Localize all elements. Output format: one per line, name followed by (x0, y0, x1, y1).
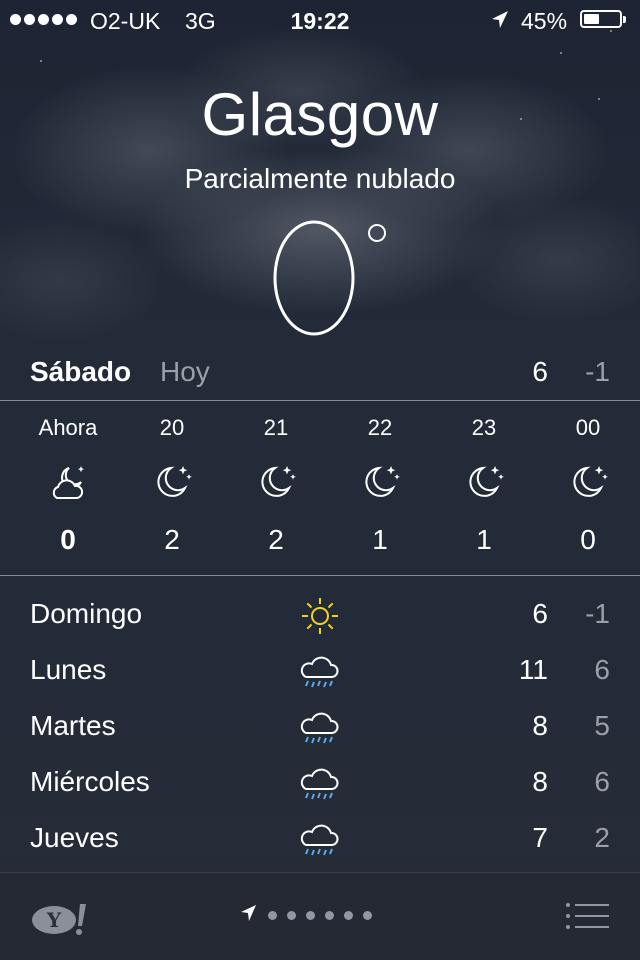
degree-symbol (368, 224, 386, 242)
city-name: Glasgow (201, 81, 439, 148)
day-high: 11 (518, 654, 548, 685)
day-low: 2 (594, 822, 610, 853)
day-name: Martes (30, 710, 116, 741)
page-dot[interactable] (287, 911, 296, 920)
day-name: Miércoles (30, 766, 150, 797)
hourly-item: 21 2 (224, 402, 328, 556)
partly-cloudy-night-icon (16, 462, 120, 508)
hour-temperature: 1 (476, 524, 492, 555)
page-dot[interactable] (306, 911, 315, 920)
divider (0, 400, 640, 401)
rain-cloud-icon (298, 706, 342, 750)
daily-row: Jueves 7 2 (30, 812, 610, 868)
today-low: -1 (585, 356, 610, 387)
weather-condition: Parcialmente nublado (184, 163, 456, 194)
rain-cloud-icon (298, 818, 342, 862)
moon-stars-icon (120, 462, 224, 508)
hour-temperature: 1 (372, 524, 388, 555)
today-day: Sábado (30, 356, 132, 387)
day-low: 6 (594, 654, 610, 685)
hour-label: 23 (471, 415, 497, 440)
svg-text:Y: Y (46, 908, 62, 932)
status-bar: O2-UK 3G 19:22 45% (0, 0, 640, 40)
hour-label: 21 (263, 415, 289, 440)
hour-label: 00 (575, 415, 601, 440)
rain-cloud-icon (298, 762, 342, 806)
day-high: 6 (532, 598, 548, 629)
location-page-icon[interactable] (240, 904, 258, 927)
hourly-item: 22 1 (328, 402, 432, 556)
day-high: 8 (532, 766, 548, 797)
page-dot[interactable] (344, 911, 353, 920)
hour-temperature: 2 (268, 524, 284, 555)
daily-row: Miércoles 8 6 (30, 756, 610, 812)
moon-stars-icon (536, 462, 640, 508)
daily-forecast[interactable]: Domingo 6 -1 Lunes 11 6 Martes 8 5 Miércoles 8 6 Jue… (30, 588, 610, 868)
star (40, 60, 42, 62)
day-name: Jueves (30, 822, 119, 853)
hour-temperature: 0 (580, 524, 596, 555)
day-name: Lunes (30, 654, 107, 685)
hourly-item: 20 2 (120, 402, 224, 556)
moon-stars-icon (224, 462, 328, 508)
page-dot[interactable] (363, 911, 372, 920)
page-dot[interactable] (268, 911, 277, 920)
divider (0, 575, 640, 576)
hour-label: Ahora (38, 415, 98, 440)
hourly-item: Ahora 0 (16, 402, 120, 556)
battery-percentage: 45% (521, 8, 568, 34)
daily-row: Domingo 6 -1 (30, 588, 610, 644)
battery-icon (580, 10, 626, 28)
location-arrow-icon (490, 9, 510, 37)
rain-cloud-icon (298, 650, 342, 694)
hour-label: 22 (367, 415, 393, 440)
daily-row: Lunes 11 6 (30, 644, 610, 700)
page-dot[interactable] (325, 911, 334, 920)
bottom-toolbar: Y Y! (0, 872, 640, 960)
yahoo-logo-icon[interactable]: Y Y! (30, 902, 90, 941)
day-name: Domingo (30, 598, 143, 629)
today-high: 6 (532, 356, 548, 387)
hour-temperature: 0 (60, 524, 76, 555)
sun-icon (298, 594, 342, 638)
day-low: -1 (585, 598, 610, 629)
day-high: 8 (532, 710, 548, 741)
hourly-item: 00 0 (536, 402, 640, 556)
today-label: Hoy (160, 356, 210, 387)
daily-row: Martes 8 5 (30, 700, 610, 756)
day-low: 6 (594, 766, 610, 797)
day-high: 7 (532, 822, 548, 853)
page-indicator[interactable] (240, 904, 372, 927)
star (560, 52, 562, 54)
moon-stars-icon (432, 462, 536, 508)
moon-stars-icon (328, 462, 432, 508)
day-low: 5 (594, 710, 610, 741)
hourly-item: 23 1 (432, 402, 536, 556)
hourly-forecast[interactable]: Ahora 0 20 2 21 2 22 1 23 1 00 0 (0, 402, 640, 574)
hour-label: 20 (159, 415, 185, 440)
list-menu-icon[interactable] (565, 902, 611, 935)
current-temperature (0, 198, 640, 344)
today-summary-row: Sábado Hoy 6 -1 (30, 352, 610, 394)
hour-temperature: 2 (164, 524, 180, 555)
